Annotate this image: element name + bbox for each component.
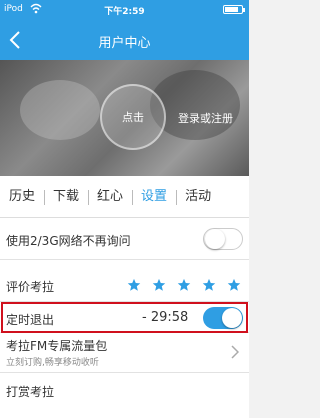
setting-row-rating[interactable]: 评价考拉 (0, 260, 249, 302)
tab-favorites[interactable]: 红心 (88, 176, 132, 218)
network-label: 使用2/3G网络不再询问 (6, 234, 131, 248)
setting-row-reward[interactable]: 打赏考拉 (0, 373, 249, 418)
tab-bar: 历史 下载 红心 设置 活动 (0, 176, 249, 218)
highlight-box (1, 302, 248, 333)
fm-sub-label: 立刻订购,畅享移动收听 (6, 358, 99, 368)
network-toggle[interactable] (203, 228, 243, 250)
star-icon[interactable] (177, 278, 191, 292)
rating-stars[interactable] (116, 278, 241, 292)
fm-label: 考拉FM专属流量包 (6, 339, 108, 353)
tab-activities[interactable]: 活动 (176, 176, 220, 218)
tab-settings[interactable]: 设置 (132, 176, 176, 218)
tab-downloads[interactable]: 下载 (44, 176, 88, 218)
status-bar: iPod 下午2:59 (0, 0, 249, 20)
background-blur (20, 80, 100, 140)
profile-header: 点击 登录或注册 (0, 60, 249, 176)
setting-row-fm-package[interactable]: 考拉FM专属流量包 立刻订购,畅享移动收听 (0, 333, 249, 373)
avatar-button[interactable]: 点击 (100, 84, 166, 150)
toggle-knob (205, 229, 225, 249)
rate-label: 评价考拉 (6, 280, 55, 294)
star-icon[interactable] (202, 278, 216, 292)
login-register-link[interactable]: 登录或注册 (178, 110, 233, 126)
star-icon[interactable] (152, 278, 166, 292)
chevron-right-icon (231, 345, 239, 359)
star-icon[interactable] (227, 278, 241, 292)
reward-label: 打赏考拉 (6, 385, 55, 399)
avatar-label: 点击 (122, 111, 144, 124)
tab-history[interactable]: 历史 (0, 176, 44, 218)
nav-bar: 用户中心 (0, 20, 249, 60)
battery-icon (223, 5, 245, 14)
status-time: 下午2:59 (104, 7, 145, 17)
star-icon[interactable] (127, 278, 141, 292)
page-title: 用户中心 (98, 36, 151, 51)
setting-row-network: 使用2/3G网络不再询问 (0, 218, 249, 260)
